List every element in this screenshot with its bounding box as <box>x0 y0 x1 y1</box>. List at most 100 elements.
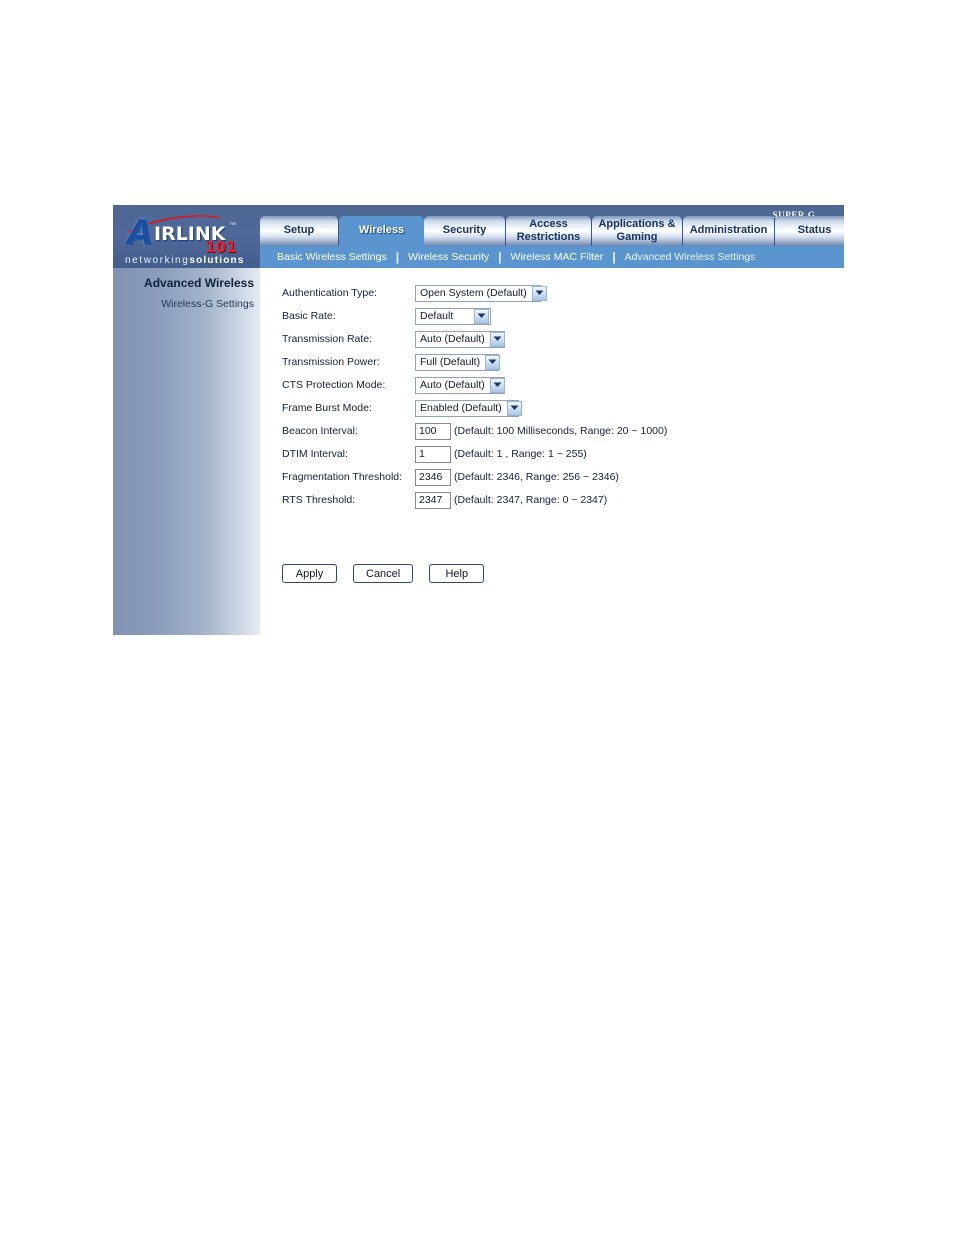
trademark-icon: ™ <box>229 222 236 229</box>
input-fragmentation-threshold[interactable] <box>415 468 451 486</box>
select-frame-burst-mode[interactable]: Enabled (Default) <box>415 399 522 417</box>
chevron-down-icon <box>477 313 486 319</box>
panel-body: Advanced Wireless Wireless-G Settings Au… <box>113 268 844 635</box>
tab-label: Applications & Gaming <box>598 218 676 243</box>
hint-beacon-interval: (Default: 100 Milliseconds, Range: 20 ~ … <box>454 425 668 438</box>
label-basic-rate: Basic Rate: <box>282 310 336 323</box>
chevron-down-icon <box>493 382 502 388</box>
logo-letter-a: A <box>127 213 153 253</box>
tab-label: Administration <box>689 224 768 237</box>
form-row-beacon-interval: Beacon Interval: (Default: 100 Millisecon… <box>282 420 844 443</box>
form-row-dtim-interval: DTIM Interval: (Default: 1 , Range: 1 ~ 2… <box>282 443 844 466</box>
apply-button[interactable]: Apply <box>282 564 337 583</box>
select-arrow-button[interactable] <box>489 377 505 393</box>
tab-wireless[interactable]: Wireless <box>339 216 424 246</box>
logo-101: 101 <box>205 238 237 256</box>
chevron-down-icon <box>493 336 502 342</box>
subnav-item-advanced-wireless-settings[interactable]: Advanced Wireless Settings <box>618 251 763 263</box>
form-row-transmission-rate: Transmission Rate: Auto (Default) <box>282 328 844 351</box>
router-admin-panel: A IRLINK ™ 101 networkingsolutions SUPER… <box>113 205 844 635</box>
sidebar-item-wireless-g-settings[interactable]: Wireless-G Settings <box>113 298 254 310</box>
form-row-rts-threshold: RTS Threshold: (Default: 2347, Range: 0 ~… <box>282 489 844 512</box>
select-value: Open System (Default) <box>420 287 527 300</box>
chevron-down-icon <box>510 405 519 411</box>
help-button[interactable]: Help <box>429 564 485 583</box>
tab-security[interactable]: Security <box>424 216 506 246</box>
tagline-suffix: solutions <box>189 255 245 266</box>
tab-label: Access Restrictions <box>516 218 581 243</box>
hint-dtim-interval: (Default: 1 , Range: 1 ~ 255) <box>454 448 587 461</box>
logo-mark: A IRLINK ™ 101 <box>113 208 260 256</box>
select-cts-protection-mode[interactable]: Auto (Default) <box>415 376 505 394</box>
label-transmission-power: Transmission Power: <box>282 356 380 369</box>
tab-administration[interactable]: Administration <box>683 216 775 246</box>
tab-label: Wireless <box>358 224 405 237</box>
hint-rts-threshold: (Default: 2347, Range: 0 ~ 2347) <box>454 494 608 507</box>
chevron-down-icon <box>488 359 497 365</box>
label-dtim-interval: DTIM Interval: <box>282 448 348 461</box>
header-band: A IRLINK ™ 101 networkingsolutions SUPER… <box>113 205 844 268</box>
label-transmission-rate: Transmission Rate: <box>282 333 373 346</box>
select-field-group: Authentication Type: Open System (Default… <box>282 282 844 420</box>
hint-fragmentation-threshold: (Default: 2346, Range: 256 ~ 2346) <box>454 471 619 484</box>
select-transmission-rate[interactable]: Auto (Default) <box>415 330 505 348</box>
subnav-item-basic-wireless-settings[interactable]: Basic Wireless Settings <box>270 251 394 263</box>
select-arrow-button[interactable] <box>506 400 522 416</box>
subnav-separator: | <box>498 250 502 264</box>
select-value: Auto (Default) <box>420 333 485 346</box>
sidebar-title: Advanced Wireless <box>144 276 254 290</box>
select-value: Full (Default) <box>420 356 481 369</box>
button-label: Cancel <box>366 567 401 580</box>
form-row-cts-protection-mode: CTS Protection Mode: Auto (Default) <box>282 374 844 397</box>
select-transmission-power[interactable]: Full (Default) <box>415 353 501 371</box>
label-rts-threshold: RTS Threshold: <box>282 494 356 507</box>
label-fragmentation-threshold: Fragmentation Threshold: <box>282 471 403 484</box>
select-arrow-button[interactable] <box>531 285 547 301</box>
tab-label: Setup <box>283 224 315 237</box>
input-beacon-interval[interactable] <box>415 422 451 440</box>
secondary-nav-bar[interactable]: Basic Wireless Settings | Wireless Securit… <box>260 246 844 268</box>
cancel-button[interactable]: Cancel <box>353 564 414 583</box>
tagline-prefix: networking <box>125 255 190 266</box>
text-field-group: Beacon Interval: (Default: 100 Millisecon… <box>282 420 844 512</box>
subnav-separator: | <box>395 250 400 264</box>
form-row-transmission-power: Transmission Power: Full (Default) <box>282 351 844 374</box>
select-value: Default <box>420 310 454 323</box>
chevron-down-icon <box>535 290 544 296</box>
tab-setup[interactable]: Setup <box>260 216 339 246</box>
form-row-fragmentation-threshold: Fragmentation Threshold: (Default: 2346, … <box>282 466 844 489</box>
settings-form: Authentication Type: Open System (Default… <box>260 268 844 635</box>
input-dtim-interval[interactable] <box>415 445 451 463</box>
form-row-basic-rate: Basic Rate: Default <box>282 305 844 328</box>
screenshot-page: A IRLINK ™ 101 networkingsolutions SUPER… <box>0 0 954 1235</box>
select-value: Enabled (Default) <box>420 402 502 415</box>
select-authentication-type[interactable]: Open System (Default) <box>415 284 547 302</box>
tab-label: Security <box>442 224 487 237</box>
select-arrow-button[interactable] <box>489 331 505 347</box>
tab-access-restrictions[interactable]: Access Restrictions <box>506 216 592 246</box>
logo-tagline: networkingsolutions <box>125 255 245 266</box>
tab-applications-gaming[interactable]: Applications & Gaming <box>592 216 683 246</box>
tab-status[interactable]: Status <box>775 216 844 246</box>
label-authentication-type: Authentication Type: <box>282 287 377 300</box>
input-rts-threshold[interactable] <box>415 491 451 509</box>
form-row-frame-burst-mode: Frame Burst Mode: Enabled (Default) <box>282 397 844 420</box>
form-row-authentication-type: Authentication Type: Open System (Default… <box>282 282 844 305</box>
button-label: Apply <box>295 567 324 580</box>
primary-tab-bar[interactable]: Setup Wireless Security Access Restrictions… <box>260 216 844 246</box>
sidebar: Advanced Wireless Wireless-G Settings <box>113 268 260 635</box>
subnav-separator: | <box>612 250 616 264</box>
button-label: Help <box>445 567 469 580</box>
label-cts-protection-mode: CTS Protection Mode: <box>282 379 386 392</box>
select-value: Auto (Default) <box>420 379 485 392</box>
select-basic-rate[interactable]: Default <box>415 307 491 325</box>
airlink-logo: A IRLINK ™ 101 networkingsolutions <box>113 205 260 268</box>
select-arrow-button[interactable] <box>474 308 489 324</box>
select-arrow-button[interactable] <box>485 354 501 370</box>
label-beacon-interval: Beacon Interval: <box>282 425 358 438</box>
subnav-item-wireless-mac-filter[interactable]: Wireless MAC Filter <box>504 251 611 263</box>
form-button-row: Apply Cancel Help <box>282 564 485 583</box>
subnav-item-wireless-security[interactable]: Wireless Security <box>401 251 496 263</box>
tab-label: Status <box>797 224 832 237</box>
label-frame-burst-mode: Frame Burst Mode: <box>282 402 372 415</box>
